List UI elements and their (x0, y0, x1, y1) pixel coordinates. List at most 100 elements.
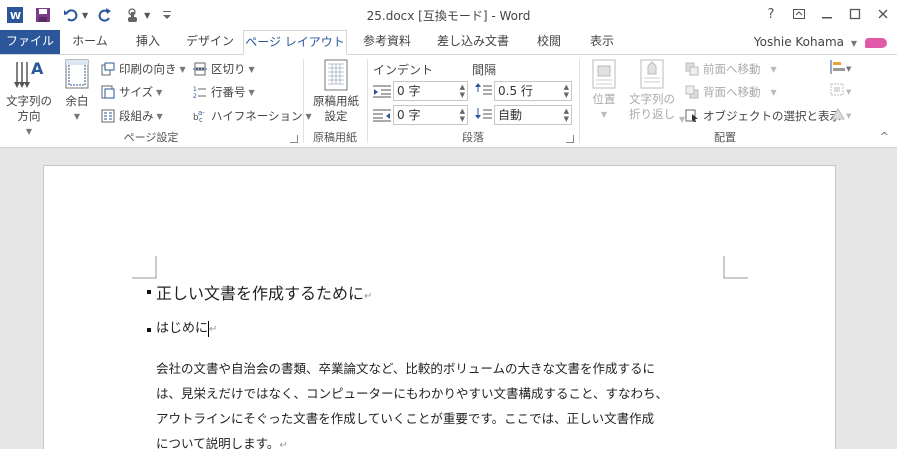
help-button[interactable]: ? (757, 0, 785, 28)
tab-references[interactable]: 参考資料 (352, 30, 422, 54)
paragraph-bullet (147, 328, 151, 332)
breaks-dropdown-icon: ▼ (248, 64, 255, 74)
selection-pane-icon (684, 108, 700, 124)
breaks-button[interactable]: 区切り ▼ (192, 59, 255, 79)
page-setup-group-label: ページ設定 (123, 131, 179, 144)
columns-dropdown-icon: ▼ (156, 111, 163, 121)
tab-home[interactable]: ホーム (64, 30, 116, 54)
spinner-arrows-icon[interactable]: ▲ ▼ (460, 107, 465, 123)
minimize-button[interactable] (813, 0, 841, 28)
indent-left-value: 0 字 (397, 84, 421, 98)
maximize-button[interactable] (841, 0, 869, 28)
rotate-button[interactable]: ▼ (830, 106, 852, 125)
selection-pane-button[interactable]: オブジェクトの選択と表示 (684, 106, 841, 126)
title-bar: W ▼ ▼ 25.docx [互換モード] - Word ? (0, 0, 897, 30)
user-name-label: Yoshie Kohama (753, 35, 845, 49)
minimize-icon (822, 17, 832, 19)
send-backward-button[interactable]: 背面へ移動 ▼ (684, 82, 777, 102)
spinner-arrows-icon[interactable]: ▲ ▼ (460, 83, 465, 99)
bring-forward-label: 前面へ移動 (703, 62, 761, 76)
size-button[interactable]: サイズ ▼ (100, 82, 162, 102)
tab-mailings[interactable]: 差し込み文書 (428, 30, 518, 54)
align-button[interactable]: ▼ (830, 59, 852, 78)
wrap-text-button[interactable]: 文字列の 折り返し (624, 58, 680, 122)
user-dropdown-icon: ▼ (850, 39, 857, 48)
position-button[interactable]: 位置 ▼ (586, 58, 622, 122)
spacing-after-icon (474, 106, 492, 125)
orientation-icon (100, 61, 116, 77)
orientation-button[interactable]: 印刷の向き ▼ (100, 59, 186, 79)
document-subheading[interactable]: はじめに↵ (156, 317, 217, 337)
avatar[interactable] (865, 38, 887, 48)
body-line-last: について説明します。↵ (156, 431, 736, 449)
margins-dropdown-icon: ▼ (73, 112, 81, 121)
line-numbers-dropdown-icon: ▼ (248, 87, 255, 97)
spinner-arrows-icon[interactable]: ▲ ▼ (564, 83, 569, 99)
line-numbers-button[interactable]: 12 行番号 ▼ (192, 82, 255, 102)
bring-forward-dropdown-icon: ▼ (770, 64, 777, 74)
ribbon: A 文字列の 方向 ▼ 余白 ▼ 印刷の向き ▼ サイズ ▼ 段組み ▼ 区切り… (0, 54, 897, 148)
subheading-text: はじめに (156, 321, 209, 336)
spinner-arrows-icon[interactable]: ▲ ▼ (564, 107, 569, 123)
size-icon (100, 84, 116, 100)
paragraph-mark: ↵ (279, 440, 288, 449)
text-direction-button[interactable]: A 文字列の 方向 ▼ (4, 58, 54, 139)
hyphenation-label: ハイフネーション (211, 109, 303, 123)
ribbon-display-options-button[interactable] (785, 0, 813, 28)
crop-mark-top-right (723, 256, 748, 279)
indent-heading: インデント (373, 63, 434, 77)
bring-forward-button[interactable]: 前面へ移動 ▼ (684, 59, 777, 79)
collapse-ribbon-icon[interactable]: ^ (880, 130, 889, 143)
rotate-icon: ▼ (831, 108, 852, 120)
svg-text:▼: ▼ (846, 88, 852, 96)
selection-pane-label: オブジェクトの選択と表示 (703, 109, 841, 123)
spacing-after-input[interactable]: 自動 ▲ ▼ (494, 105, 572, 125)
document-body[interactable]: 会社の文書や自治会の書類、卒業論文など、比較的ボリュームの大きな文書を作成するに… (156, 356, 736, 449)
ribbon-tabs: ファイル ホーム 挿入 デザイン ページ レイアウト 参考資料 差し込み文書 校… (0, 30, 897, 55)
tab-file[interactable]: ファイル (0, 30, 60, 54)
send-backward-icon (684, 84, 700, 100)
margins-label: 余白 (65, 94, 89, 108)
tab-view[interactable]: 表示 (578, 30, 626, 54)
columns-icon (100, 108, 116, 124)
spacing-before-value: 0.5 行 (498, 84, 533, 98)
spacing-before-input[interactable]: 0.5 行 ▲ ▼ (494, 81, 572, 101)
line-numbers-icon: 12 (192, 84, 208, 100)
columns-button[interactable]: 段組み ▼ (100, 106, 163, 126)
tab-review[interactable]: 校閲 (524, 30, 574, 54)
paragraph-group-label: 段落 (462, 131, 484, 144)
orientation-dropdown-icon: ▼ (179, 64, 186, 74)
paragraph-mark: ↵ (209, 324, 218, 335)
tab-page-layout[interactable]: ページ レイアウト (243, 30, 347, 55)
indent-left-input[interactable]: 0 字 ▲ ▼ (393, 81, 468, 101)
paragraph-mark: ↵ (364, 291, 373, 302)
user-name[interactable]: Yoshie Kohama ▼ (754, 35, 857, 49)
body-line: 会社の文書や自治会の書類、卒業論文など、比較的ボリュームの大きな文書を作成するに (156, 361, 656, 376)
breaks-icon (192, 61, 208, 77)
tab-design[interactable]: デザイン (180, 30, 240, 54)
tab-insert[interactable]: 挿入 (122, 30, 174, 54)
document-page[interactable]: 正しい文書を作成するために↵ はじめに↵ 会社の文書や自治会の書類、卒業論文など… (43, 165, 836, 449)
close-button[interactable] (869, 0, 897, 28)
size-dropdown-icon: ▼ (156, 87, 163, 97)
hyphenation-button[interactable]: b c a- ハイフネーション ▼ (192, 106, 312, 126)
group-objects-button[interactable]: ▼ (830, 82, 852, 101)
indent-right-value: 0 字 (397, 108, 421, 122)
body-line: アウトラインにそぐった文書を作成していくことが重要です。ここでは、正しい文書作成 (156, 411, 655, 426)
svg-text:a-: a- (198, 109, 205, 117)
manuscript-paper-icon (324, 59, 348, 91)
document-area: 正しい文書を作成するために↵ はじめに↵ 会社の文書や自治会の書類、卒業論文など… (0, 149, 897, 449)
indent-right-input[interactable]: 0 字 ▲ ▼ (393, 105, 468, 125)
paragraph-launcher-icon[interactable] (566, 135, 574, 143)
position-dropdown-icon: ▼ (600, 110, 608, 119)
page-setup-launcher-icon[interactable] (290, 135, 298, 143)
manuscript-settings-button[interactable]: 原稿用紙 設定 (308, 58, 364, 124)
document-heading[interactable]: 正しい文書を作成するために↵ (156, 280, 372, 304)
group-paragraph: インデント 間隔 0 字 ▲ ▼ 0 字 ▲ ▼ 0.5 行 ▲ ▼ 自動 ▲ ▼ 段落 (368, 55, 578, 148)
manuscript-settings-label: 原稿用紙 設定 (313, 94, 359, 123)
group-page-setup: A 文字列の 方向 ▼ 余白 ▼ 印刷の向き ▼ サイズ ▼ 段組み ▼ 区切り… (0, 55, 312, 148)
svg-text:▼: ▼ (846, 112, 852, 120)
margins-button[interactable]: 余白 ▼ (58, 58, 96, 124)
position-label: 位置 (592, 92, 616, 106)
spacing-after-value: 自動 (498, 108, 523, 122)
